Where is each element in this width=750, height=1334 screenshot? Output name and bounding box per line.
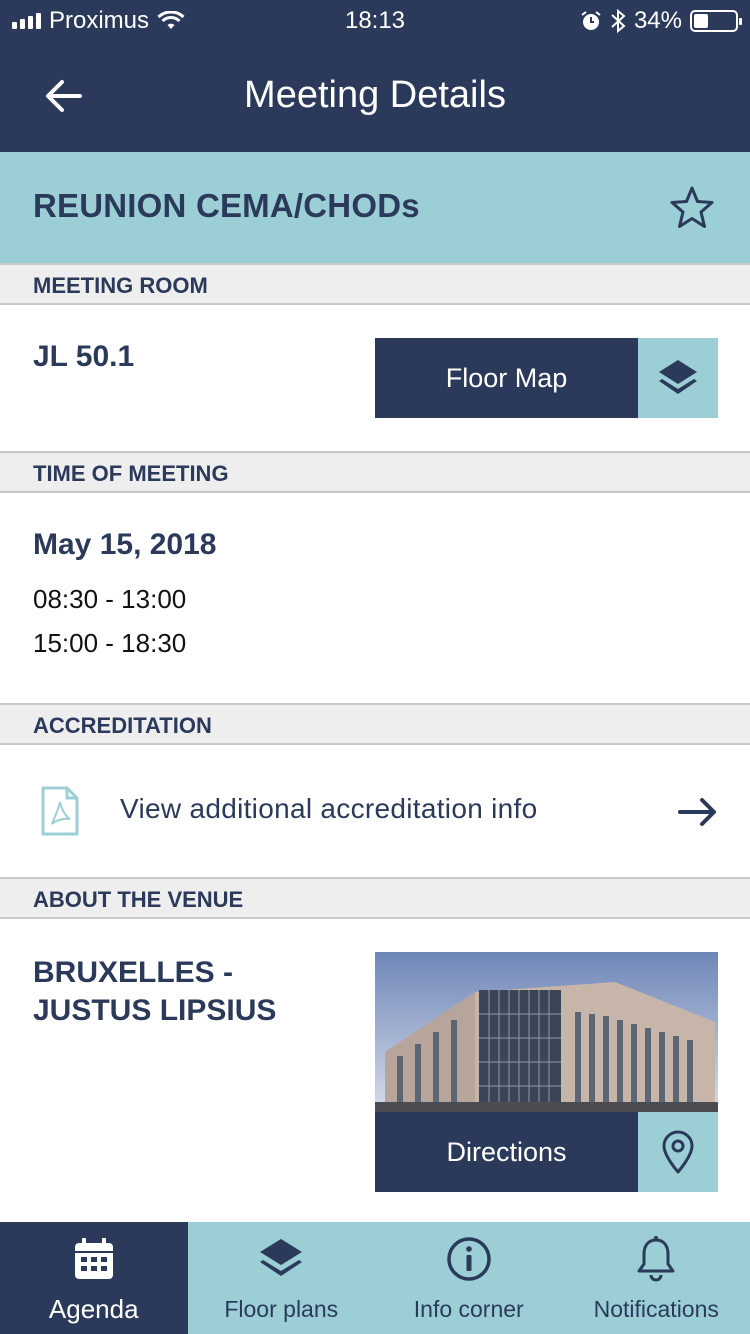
meeting-title: REUNION CEMA/CHODs [33,187,420,224]
floor-map-icon-box [638,338,718,418]
section-title: TIME OF MEETING [33,461,229,486]
venue-name-line: JUSTUS LIPSIUS [33,994,277,1027]
venue-photo [375,952,718,1112]
tab-label: Info corner [413,1296,524,1322]
navigation-bar: Meeting Details [0,40,750,152]
status-bar: Proximus 18:13 34% [0,0,750,40]
section-header-venue: ABOUT THE VENUE [0,877,750,919]
battery-percent: 34% [633,7,682,34]
page-title: Meeting Details [244,74,506,116]
layers-icon [260,1239,303,1276]
section-header-accreditation: ACCREDITATION [0,703,750,745]
tab-label: Notifications [593,1296,719,1322]
meeting-header: REUNION CEMA/CHODs [0,152,750,263]
directions-icon-box [638,1112,718,1192]
venue-name-line: BRUXELLES - [33,956,234,989]
venue-name: BRUXELLES - JUSTUS LIPSIUS [33,954,353,1030]
map-pin-icon [662,1130,694,1174]
tab-floor-plans[interactable]: Floor plans [188,1222,376,1334]
bell-icon [637,1236,675,1282]
tab-info-corner[interactable]: Info corner [375,1222,563,1334]
tab-label: Agenda [48,1294,139,1324]
room-name: JL 50.1 [33,340,135,373]
accreditation-label: View additional accreditation info [120,793,538,824]
tab-label: Floor plans [224,1296,339,1322]
section-title: ACCREDITATION [33,713,212,738]
directions-label: Directions [446,1136,567,1167]
accreditation-info-link[interactable]: View additional accreditation info [0,746,750,876]
alarm-icon [581,11,601,30]
meeting-date: May 15, 2018 [33,528,217,561]
time-slot: 15:00 - 18:30 [33,628,187,658]
battery-level [694,14,708,28]
tab-agenda[interactable]: Agenda [0,1222,188,1334]
floor-map-label: Floor Map [445,362,568,393]
battery-icon [690,10,742,32]
status-right: 34% [580,7,742,35]
directions-button[interactable]: Directions [375,1112,718,1192]
tab-bar: Agenda Floor plans Info corner Notificat… [0,1222,750,1334]
arrow-right-icon [678,798,716,826]
info-icon [447,1237,491,1281]
section-title: MEETING ROOM [33,273,208,298]
section-header-time: TIME OF MEETING [0,451,750,493]
star-outline-icon [670,186,714,228]
tab-notifications[interactable]: Notifications [563,1222,750,1334]
bluetooth-icon [611,9,626,33]
section-header-meeting-room: MEETING ROOM [0,263,750,305]
layers-icon [659,360,697,394]
pdf-file-icon [41,786,79,836]
time-slot: 08:30 - 13:00 [33,584,187,614]
floor-map-button[interactable]: Floor Map [375,338,718,418]
calendar-icon [74,1238,113,1279]
favorite-button[interactable] [666,182,718,234]
section-title: ABOUT THE VENUE [33,887,244,912]
